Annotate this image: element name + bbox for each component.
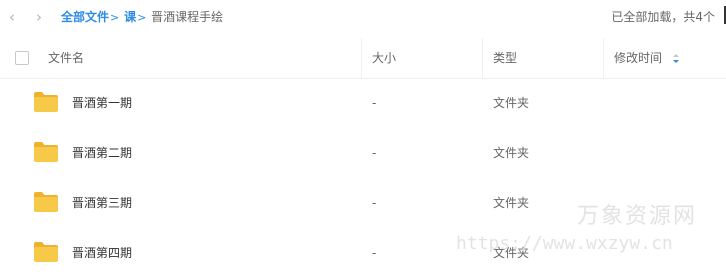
sort-desc-icon[interactable] xyxy=(672,54,680,64)
column-header-name[interactable]: 文件名 xyxy=(48,38,84,78)
top-bar: ‹ › 全部文件> 课> 晋酒课程手绘 已全部加载，共4个 xyxy=(0,0,726,36)
breadcrumb: 全部文件> 课> 晋酒课程手绘 xyxy=(61,9,223,26)
file-name[interactable]: 晋酒第二期 xyxy=(72,145,132,161)
folder-icon xyxy=(34,142,58,162)
column-divider[interactable] xyxy=(361,38,362,78)
file-type: 文件夹 xyxy=(493,196,530,210)
column-header-type[interactable]: 类型 xyxy=(493,38,517,78)
column-header-size[interactable]: 大小 xyxy=(372,38,396,78)
folder-icon xyxy=(34,92,58,112)
loaded-count-text: 已全部加载，共4个 xyxy=(611,10,715,24)
watermark-url: https://www.wxzyw.cn xyxy=(456,233,673,254)
column-divider[interactable] xyxy=(603,38,604,78)
column-divider[interactable] xyxy=(482,38,483,78)
file-size: - xyxy=(372,246,377,260)
column-header-modified[interactable]: 修改时间 xyxy=(614,38,662,78)
file-name[interactable]: 晋酒第一期 xyxy=(72,95,132,111)
table-row[interactable]: 晋酒第二期 - 文件夹 xyxy=(0,128,726,178)
table-header: 文件名 大小 类型 修改时间 xyxy=(0,38,726,79)
file-size: - xyxy=(372,196,377,210)
chevron-left-icon[interactable]: ‹ xyxy=(9,9,21,25)
breadcrumb-separator: > xyxy=(137,11,147,24)
breadcrumb-current: 晋酒课程手绘 xyxy=(151,10,224,24)
breadcrumb-root-link[interactable]: 全部文件 xyxy=(61,10,109,24)
file-type: 文件夹 xyxy=(493,96,530,110)
file-size: - xyxy=(372,96,377,110)
folder-icon xyxy=(34,242,58,262)
chevron-right-icon[interactable]: › xyxy=(36,9,48,25)
file-type: 文件夹 xyxy=(493,146,530,160)
breadcrumb-level1-link[interactable]: 课 xyxy=(124,10,136,24)
folder-icon xyxy=(34,192,58,212)
select-all-checkbox[interactable] xyxy=(15,51,29,65)
file-name[interactable]: 晋酒第三期 xyxy=(72,195,132,211)
table-row[interactable]: 晋酒第一期 - 文件夹 xyxy=(0,78,726,128)
file-size: - xyxy=(372,146,377,160)
file-name[interactable]: 晋酒第四期 xyxy=(72,245,132,261)
watermark-title: 万象资源网 xyxy=(577,204,698,229)
breadcrumb-separator: > xyxy=(110,11,120,24)
